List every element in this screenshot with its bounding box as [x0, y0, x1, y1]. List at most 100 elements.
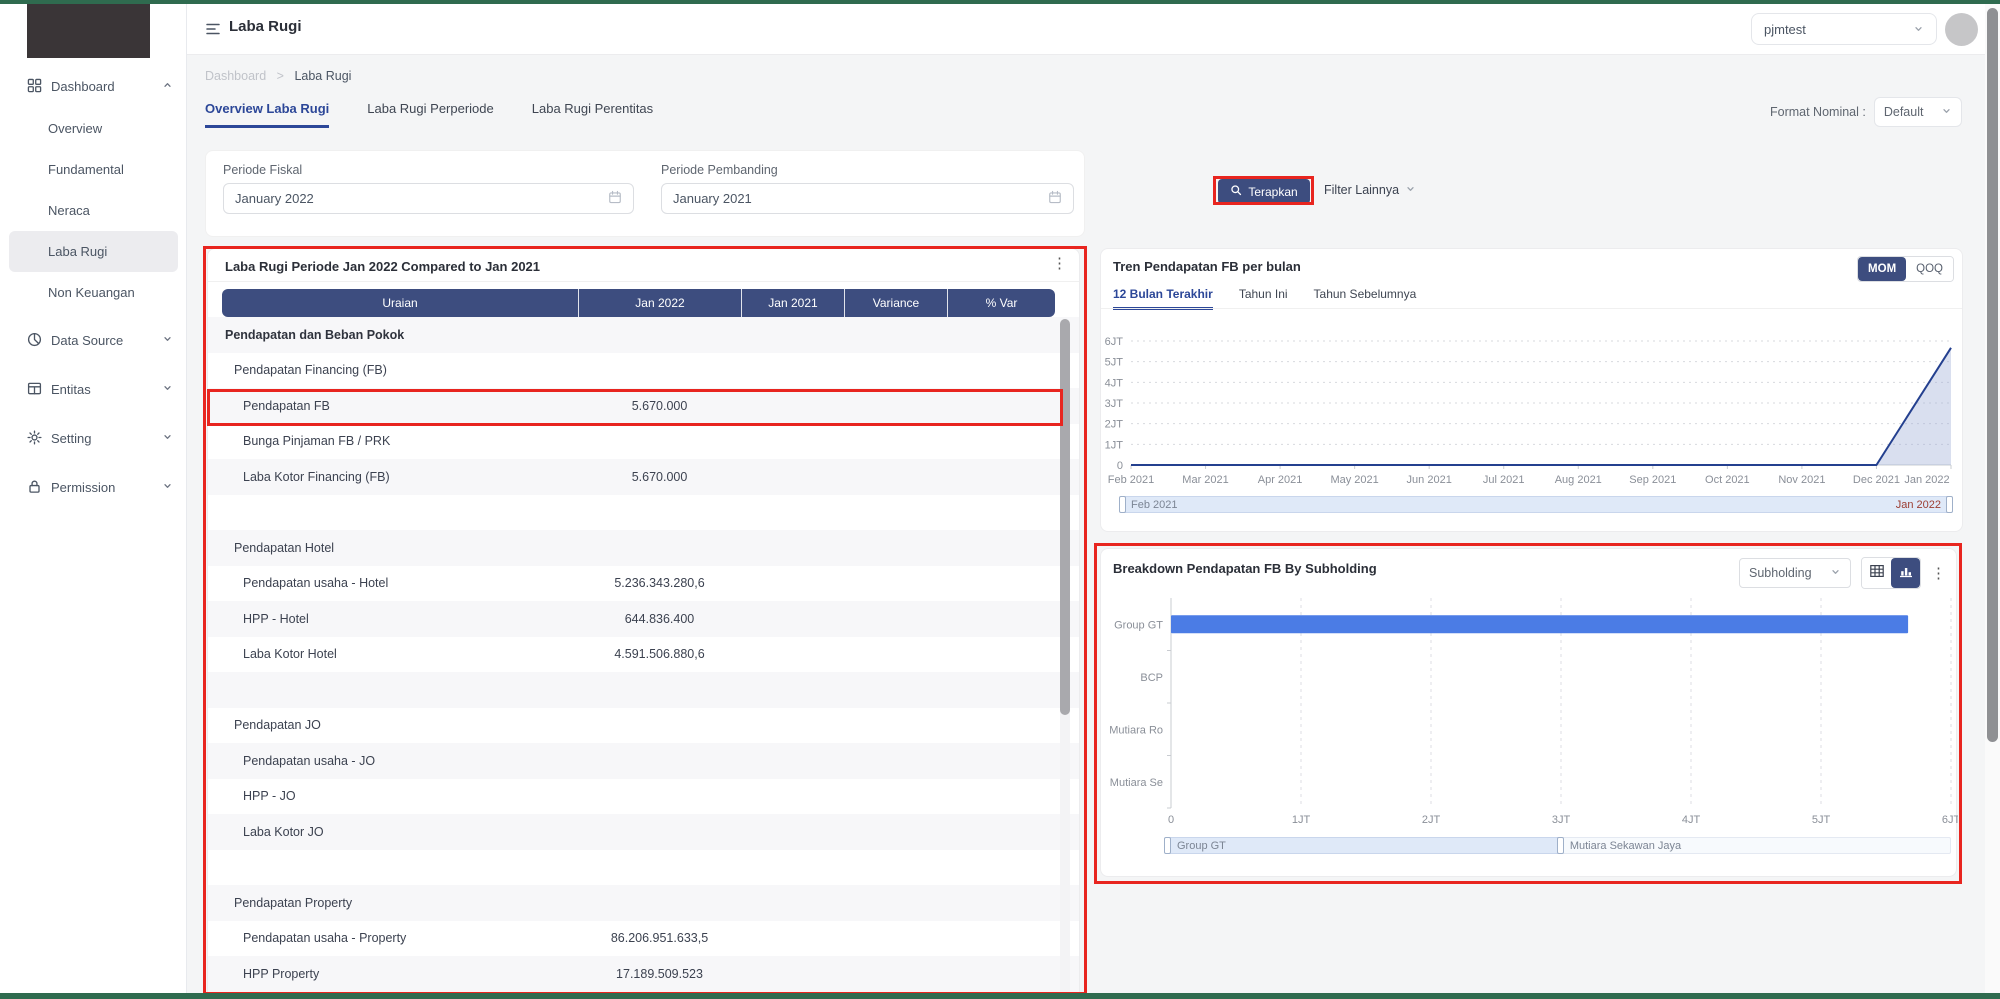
- table-scrollbar-thumb[interactable]: [1060, 319, 1070, 715]
- chevron-down-icon: [1913, 22, 1924, 37]
- pl-table-body: Pendapatan dan Beban Pokok Pendapatan Fin…: [208, 317, 1079, 992]
- svg-text:Apr 2021: Apr 2021: [1258, 474, 1303, 486]
- sidebar-item-entitas[interactable]: Entitas: [0, 367, 187, 411]
- table-row[interactable]: Pendapatan Hotel: [208, 530, 1079, 566]
- tab-overview-laba-rugi[interactable]: Overview Laba Rugi: [205, 101, 330, 128]
- table-row[interactable]: Laba Kotor Hotel 4.591.506.880,6: [208, 637, 1079, 673]
- table-row[interactable]: [208, 672, 1079, 708]
- sidebar-item-neraca[interactable]: Neraca: [0, 190, 187, 231]
- sidebar-item-permission[interactable]: Permission: [0, 465, 187, 509]
- slider-left-handle[interactable]: [1164, 837, 1171, 854]
- svg-text:Dec 2021: Dec 2021: [1853, 474, 1900, 486]
- slider-right-handle[interactable]: [1556, 837, 1564, 854]
- column-header--var: % Var: [947, 289, 1055, 317]
- periode-pembanding-label: Periode Pembanding: [661, 163, 778, 177]
- svg-text:Nov 2021: Nov 2021: [1778, 474, 1825, 486]
- trend-tab-tahun-sebelumnya[interactable]: Tahun Sebelumnya: [1314, 287, 1417, 310]
- svg-text:Aug 2021: Aug 2021: [1555, 474, 1602, 486]
- trend-tab-12-bulan-terakhir[interactable]: 12 Bulan Terakhir: [1113, 287, 1213, 310]
- user-dropdown[interactable]: pjmtest: [1751, 13, 1937, 45]
- table-row[interactable]: Pendapatan dan Beban Pokok: [208, 317, 1079, 353]
- table-row[interactable]: HPP - Hotel 644.836.400: [208, 601, 1079, 637]
- sidebar-item-label: Permission: [51, 479, 116, 495]
- svg-text:Jan 2022: Jan 2022: [1904, 474, 1949, 486]
- sidebar-item-setting[interactable]: Setting: [0, 416, 187, 460]
- table-row[interactable]: Pendapatan usaha - Hotel 5.236.343.280,6: [208, 566, 1079, 602]
- sidebar-item-non-keuangan[interactable]: Non Keuangan: [0, 272, 187, 313]
- svg-text:2JT: 2JT: [1105, 419, 1124, 431]
- subholding-select[interactable]: Subholding: [1739, 558, 1851, 588]
- table-row[interactable]: Pendapatan usaha - JO: [208, 743, 1079, 779]
- breakdown-range-slider[interactable]: Group GT Mutiara Sekawan Jaya: [1164, 837, 1951, 854]
- svg-text:2JT: 2JT: [1422, 814, 1441, 826]
- lock-icon: [27, 479, 43, 495]
- periode-fiskal-input[interactable]: January 2022: [223, 183, 634, 214]
- row-label: Bunga Pinjaman FB / PRK: [243, 434, 391, 449]
- sidebar: Dashboard Overview Fundamental Neraca Laba R…: [0, 4, 187, 993]
- collapse-menu-icon[interactable]: [205, 21, 221, 37]
- page-scrollbar-thumb[interactable]: [1987, 8, 1998, 742]
- kebab-menu-icon[interactable]: ⋮: [1052, 256, 1067, 271]
- toggle-mom[interactable]: MOM: [1858, 257, 1907, 281]
- sidebar-nav: Dashboard Overview Fundamental Neraca Laba R…: [0, 64, 187, 509]
- slider-left-handle[interactable]: [1119, 496, 1126, 513]
- divider: [208, 281, 1079, 282]
- svg-text:Mutiara Ro: Mutiara Ro: [1109, 724, 1163, 736]
- format-nominal-select[interactable]: Default: [1873, 97, 1962, 127]
- column-header-variance: Variance: [844, 289, 947, 317]
- slider-selected-range[interactable]: [1122, 496, 1950, 513]
- trend-tab-tahun-ini[interactable]: Tahun Ini: [1239, 287, 1288, 310]
- table-row[interactable]: Laba Kotor Financing (FB) 5.670.000: [208, 459, 1079, 495]
- apply-button[interactable]: Terapkan: [1218, 179, 1310, 204]
- chevron-down-icon: [1941, 105, 1952, 119]
- column-header-jan-2022: Jan 2022: [578, 289, 741, 317]
- row-label: Pendapatan usaha - JO: [243, 753, 376, 768]
- trend-period-tabs: 12 Bulan Terakhir Tahun Ini Tahun Sebelumn…: [1113, 287, 1416, 310]
- table-row[interactable]: Pendapatan JO: [208, 708, 1079, 744]
- pl-table-title: Laba Rugi Periode Jan 2022 Compared to J…: [225, 259, 541, 274]
- periode-pembanding-input[interactable]: January 2021: [661, 183, 1074, 214]
- table-row[interactable]: [208, 495, 1079, 531]
- sidebar-item-fundamental[interactable]: Fundamental: [0, 149, 187, 190]
- trend-range-slider[interactable]: Feb 2021 Jan 2022: [1119, 496, 1953, 513]
- table-row[interactable]: Bunga Pinjaman FB / PRK: [208, 424, 1079, 460]
- divider: [1101, 308, 1962, 309]
- tab-laba-rugi-perentitas[interactable]: Laba Rugi Perentitas: [532, 101, 653, 128]
- table-row[interactable]: Pendapatan usaha - Property 86.206.951.63…: [208, 921, 1079, 957]
- page-scrollbar[interactable]: [1985, 4, 2000, 993]
- kebab-menu-icon[interactable]: ⋮: [1931, 566, 1946, 581]
- table-row[interactable]: Pendapatan Property: [208, 885, 1079, 921]
- table-row[interactable]: HPP Property 17.189.509.523: [208, 956, 1079, 992]
- slider-end-label: Mutiara Sekawan Jaya: [1569, 840, 1682, 852]
- sidebar-item-data-source[interactable]: Data Source: [0, 318, 187, 362]
- avatar[interactable]: [1945, 13, 1978, 46]
- breadcrumb-parent[interactable]: Dashboard: [205, 69, 266, 83]
- row-value-jan-2022: 644.836.400: [624, 611, 695, 626]
- svg-text:1JT: 1JT: [1292, 814, 1311, 826]
- more-filters-label: Filter Lainnya: [1324, 183, 1400, 197]
- tab-laba-rugi-perperiode[interactable]: Laba Rugi Perperiode: [367, 101, 493, 128]
- toggle-qoq[interactable]: QOQ: [1906, 257, 1953, 281]
- sidebar-item-dashboard[interactable]: Dashboard: [0, 64, 187, 108]
- table-view-button[interactable]: [1862, 558, 1891, 588]
- apply-button-label: Terapkan: [1248, 184, 1298, 199]
- table-grid-icon: [1869, 563, 1885, 584]
- row-value-jan-2022: 5.236.343.280,6: [614, 576, 705, 591]
- sidebar-item-laba-rugi[interactable]: Laba Rugi: [9, 231, 178, 272]
- sidebar-item-label: Entitas: [51, 381, 91, 397]
- slider-selected-range[interactable]: [1167, 837, 1561, 854]
- table-row[interactable]: Laba Kotor JO: [208, 814, 1079, 850]
- sidebar-item-overview[interactable]: Overview: [0, 108, 187, 149]
- slider-start-label: Feb 2021: [1131, 499, 1178, 511]
- slider-right-handle[interactable]: [1946, 496, 1953, 513]
- table-scrollbar[interactable]: [1060, 319, 1070, 999]
- table-row[interactable]: [208, 850, 1079, 886]
- table-row[interactable]: Pendapatan FB 5.670.000: [208, 388, 1079, 424]
- chart-view-button[interactable]: [1891, 558, 1920, 588]
- table-row[interactable]: HPP - JO: [208, 779, 1079, 815]
- row-label: Pendapatan Financing (FB): [234, 363, 387, 378]
- mom-qoq-toggle: MOM QOQ: [1857, 256, 1954, 282]
- more-filters-link[interactable]: Filter Lainnya: [1324, 183, 1416, 197]
- bar-group-gt[interactable]: [1171, 615, 1909, 634]
- table-row[interactable]: Pendapatan Financing (FB): [208, 353, 1079, 389]
